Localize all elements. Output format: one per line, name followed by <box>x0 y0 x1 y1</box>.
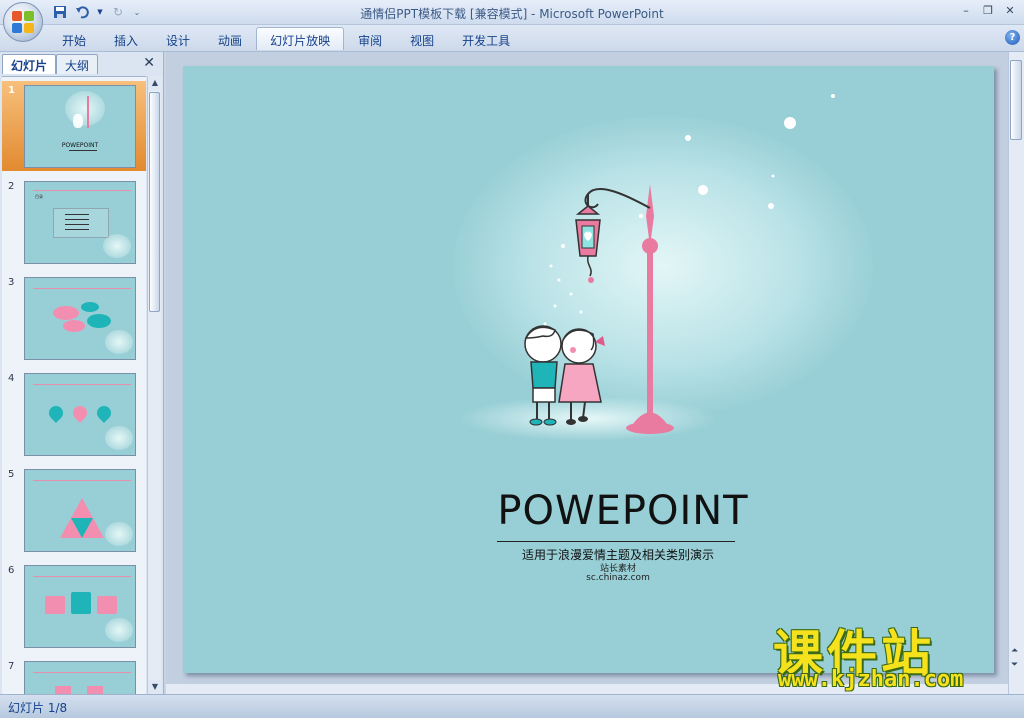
scroll-up-icon[interactable]: ▲ <box>148 76 162 90</box>
ribbon: 开始 插入 设计 动画 幻灯片放映 审阅 视图 开发工具 ? <box>0 25 1024 52</box>
tab-animations[interactable]: 动画 <box>204 27 256 50</box>
slides-panel-scrollbar[interactable]: ▲ ▼ <box>147 76 162 694</box>
slide-preview: 目录 <box>24 181 136 264</box>
slide-url[interactable]: sc.chinaz.com <box>473 573 763 583</box>
slide-number: 3 <box>8 277 15 288</box>
minimize-icon[interactable]: – <box>958 3 974 19</box>
scroll-down-icon[interactable]: ▼ <box>148 680 162 694</box>
slide-number: 5 <box>8 469 15 480</box>
couple-illustration <box>524 325 605 426</box>
slide-counter: 幻灯片 1/8 <box>8 701 68 715</box>
slide-number: 2 <box>8 181 15 192</box>
slide-number: 1 <box>8 85 15 96</box>
current-slide[interactable]: POWEPOINT 适用于浪漫爱情主题及相关类别演示 站长素材 sc.china… <box>183 66 994 673</box>
window-controls: – ❐ ✕ <box>958 3 1018 19</box>
slide-thumbnail-2[interactable]: 2 目录 <box>2 177 146 267</box>
slide-thumbnail-3[interactable]: 3 <box>2 273 146 363</box>
slide-thumbnail-1[interactable]: 1 POWEPOINT <box>2 81 146 171</box>
panel-tabs: 幻灯片 大纲 <box>2 54 99 74</box>
ribbon-tabs: 开始 插入 设计 动画 幻灯片放映 审阅 视图 开发工具 <box>48 27 524 50</box>
status-bar: 幻灯片 1/8 <box>0 694 1024 718</box>
slide-number: 4 <box>8 373 15 384</box>
title-underline <box>497 541 735 542</box>
tab-view[interactable]: 视图 <box>396 27 448 50</box>
slide-thumb-title: POWEPOINT <box>61 142 99 149</box>
slide-thumbnails: 1 POWEPOINT 2 目录 3 4 5 6 7 <box>2 76 146 694</box>
slide-preview <box>24 661 136 694</box>
slide-area-scrollbar[interactable]: ⏶ ⏷ <box>1008 52 1024 694</box>
slide-thumbnail-4[interactable]: 4 <box>2 369 146 459</box>
slide-preview <box>24 565 136 648</box>
tab-outline[interactable]: 大纲 <box>56 54 99 74</box>
close-icon[interactable]: ✕ <box>1002 3 1018 19</box>
scrollbar-thumb[interactable] <box>149 92 160 312</box>
slides-panel: 幻灯片 大纲 ✕ 1 POWEPOINT 2 目录 3 4 5 6 7 ▲ ▼ <box>0 52 164 694</box>
next-slide-icon[interactable]: ⏷ <box>1011 660 1018 670</box>
tab-insert[interactable]: 插入 <box>100 27 152 50</box>
slide-title[interactable]: POWEPOINT <box>463 488 783 534</box>
slide-preview: POWEPOINT <box>24 85 136 168</box>
slide-editing-area: POWEPOINT 适用于浪漫爱情主题及相关类别演示 站长素材 sc.china… <box>166 52 1008 694</box>
slide-thumbnail-7[interactable]: 7 <box>2 657 146 694</box>
office-button[interactable] <box>3 2 43 42</box>
office-logo-icon <box>12 11 34 33</box>
slide-number: 7 <box>8 661 15 672</box>
restore-icon[interactable]: ❐ <box>980 3 996 19</box>
slide-preview <box>24 469 136 552</box>
previous-slide-icon[interactable]: ⏶ <box>1011 646 1018 656</box>
title-bar: ▼ ↻ ⌄ 通情侣PPT模板下载 [兼容模式] - Microsoft Powe… <box>0 0 1024 25</box>
window-title: 通情侣PPT模板下载 [兼容模式] - Microsoft PowerPoint <box>360 7 664 21</box>
tab-slide-show[interactable]: 幻灯片放映 <box>256 27 345 50</box>
tab-developer[interactable]: 开发工具 <box>448 27 524 50</box>
slide-preview <box>24 373 136 456</box>
slide-thumbnail-6[interactable]: 6 <box>2 561 146 651</box>
close-panel-icon[interactable]: ✕ <box>143 55 155 71</box>
tab-review[interactable]: 审阅 <box>344 27 396 50</box>
tab-home[interactable]: 开始 <box>48 27 100 50</box>
slide-thumbnail-5[interactable]: 5 <box>2 465 146 555</box>
slide-preview <box>24 277 136 360</box>
scrollbar-thumb[interactable] <box>1010 60 1022 140</box>
tab-slides[interactable]: 幻灯片 <box>2 54 57 74</box>
tab-design[interactable]: 设计 <box>152 27 204 50</box>
help-icon[interactable]: ? <box>1005 30 1020 45</box>
slide-number: 6 <box>8 565 15 576</box>
watermark-url: www.kjzhan.com <box>778 667 964 692</box>
